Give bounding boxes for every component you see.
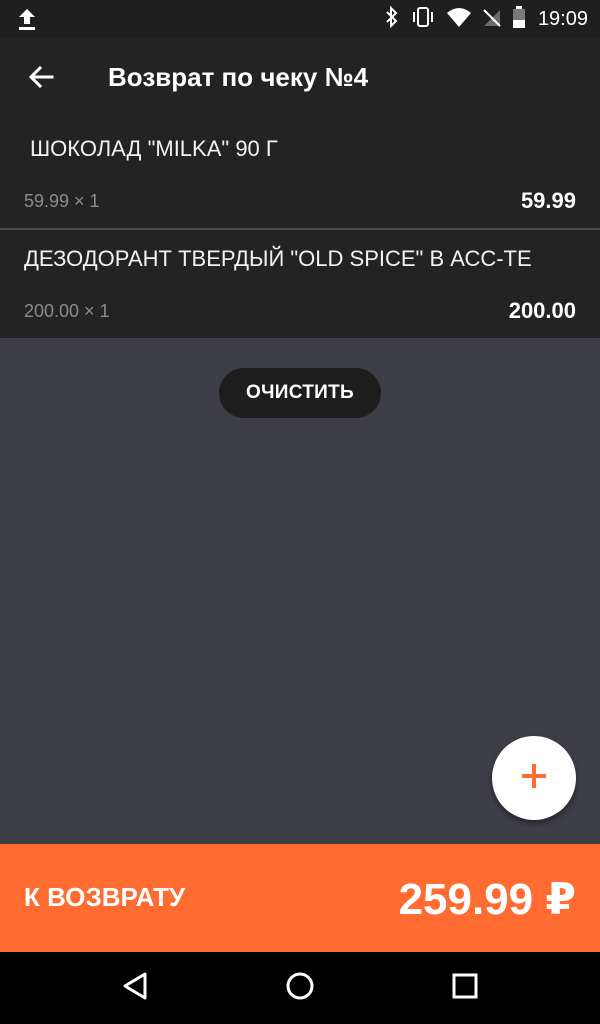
no-signal-icon bbox=[472, 6, 502, 33]
page-title: Возврат по чеку №4 bbox=[108, 62, 369, 92]
item-name: ШОКОЛАД "MILKA" 90 Г bbox=[30, 136, 278, 161]
nav-home-button[interactable] bbox=[278, 966, 322, 1010]
item-price-quantity: 59.99 × 1 bbox=[24, 191, 100, 211]
bluetooth-icon bbox=[374, 5, 400, 33]
list-item[interactable]: ШОКОЛАД "MILKA" 90 Г 59.99 × 1 59.99 bbox=[0, 122, 600, 228]
nav-recents-button[interactable] bbox=[443, 966, 487, 1010]
list-item[interactable]: ДЕЗОДОРАНТ ТВЕРДЫЙ "OLD SPICE" В АСС-ТЕ … bbox=[0, 230, 600, 338]
status-icons: 19:09 bbox=[374, 0, 588, 38]
arrow-left-icon bbox=[27, 63, 55, 96]
refund-amount: 259.99 ₽ bbox=[398, 875, 576, 924]
status-bar: 19:09 bbox=[0, 0, 600, 38]
back-triangle-icon bbox=[121, 971, 151, 1006]
upload-icon bbox=[14, 6, 40, 32]
item-total: 200.00 bbox=[508, 298, 576, 323]
item-total: 59.99 bbox=[520, 188, 576, 213]
system-nav-bar bbox=[0, 952, 600, 1024]
refund-total-bar[interactable]: К ВОЗВРАТУ 259.99 ₽ bbox=[0, 844, 600, 952]
add-item-button[interactable] bbox=[492, 736, 576, 820]
item-price-quantity: 200.00 × 1 bbox=[24, 301, 110, 321]
battery-icon bbox=[502, 5, 526, 34]
vibrate-icon bbox=[400, 6, 436, 33]
back-button[interactable] bbox=[18, 58, 64, 100]
status-clock: 19:09 bbox=[537, 7, 588, 30]
wifi-icon bbox=[436, 6, 472, 33]
nav-back-button[interactable] bbox=[114, 966, 158, 1010]
app-bar: Возврат по чеку №4 bbox=[0, 38, 600, 122]
clear-button[interactable]: ОЧИСТИТЬ bbox=[219, 368, 381, 418]
return-items-list: ШОКОЛАД "MILKA" 90 Г 59.99 × 1 59.99 ДЕЗ… bbox=[0, 122, 600, 338]
recents-square-icon bbox=[452, 973, 478, 1004]
refund-label: К ВОЗВРАТУ bbox=[24, 882, 186, 912]
plus-icon bbox=[518, 760, 550, 797]
screen: 19:09 Возврат по чеку №4 ШОКОЛАД "MILKA"… bbox=[0, 0, 600, 1024]
home-circle-icon bbox=[285, 971, 315, 1006]
item-name: ДЕЗОДОРАНТ ТВЕРДЫЙ "OLD SPICE" В АСС-ТЕ bbox=[24, 246, 532, 271]
